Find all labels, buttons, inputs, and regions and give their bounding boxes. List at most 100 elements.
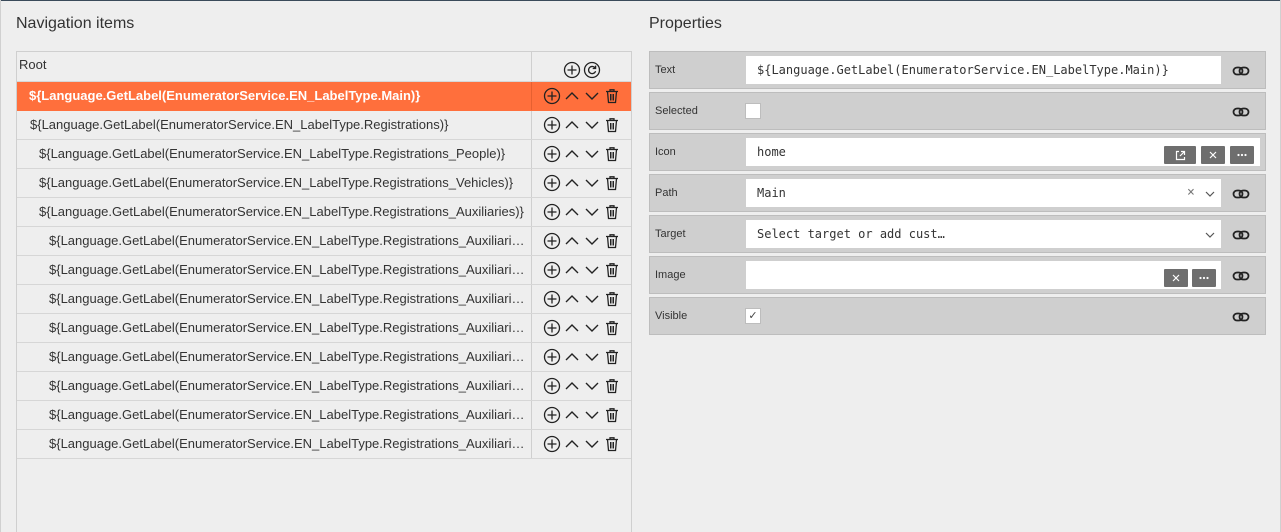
open-external-button[interactable] xyxy=(1164,146,1196,164)
image-more-options-button[interactable] xyxy=(1192,269,1216,287)
move-down-icon[interactable] xyxy=(583,290,601,308)
tree-item-row[interactable]: ${Language.GetLabel(EnumeratorService.EN… xyxy=(17,111,631,140)
add-circle-icon[interactable] xyxy=(543,87,561,105)
trash-icon[interactable] xyxy=(603,87,621,105)
trash-icon[interactable] xyxy=(603,232,621,250)
move-up-icon[interactable] xyxy=(563,290,581,308)
move-up-icon[interactable] xyxy=(563,116,581,134)
tree-item-row[interactable]: ${Language.GetLabel(EnumeratorService.EN… xyxy=(17,430,631,459)
add-circle-icon[interactable] xyxy=(543,174,561,192)
target-select[interactable]: Select target or add cust… xyxy=(745,219,1222,249)
tree-item-actions xyxy=(533,140,631,168)
tree-item-row[interactable]: ${Language.GetLabel(EnumeratorService.EN… xyxy=(17,140,631,169)
trash-icon[interactable] xyxy=(603,174,621,192)
trash-icon[interactable] xyxy=(603,145,621,163)
more-options-button[interactable] xyxy=(1230,146,1254,164)
move-up-icon[interactable] xyxy=(563,174,581,192)
prop-row-visible: Visible ✓ xyxy=(649,297,1266,335)
text-field[interactable]: ${Language.GetLabel(EnumeratorService.EN… xyxy=(745,55,1222,85)
tree-item-label: ${Language.GetLabel(EnumeratorService.EN… xyxy=(17,430,532,458)
move-up-icon[interactable] xyxy=(563,261,581,279)
move-up-icon[interactable] xyxy=(563,406,581,424)
add-circle-icon[interactable] xyxy=(543,348,561,366)
add-circle-icon[interactable] xyxy=(543,116,561,134)
tree-item-row[interactable]: ${Language.GetLabel(EnumeratorService.EN… xyxy=(17,401,631,430)
navigation-tree: Root ${Language.GetLabel(EnumeratorServi… xyxy=(16,51,632,532)
refresh-icon[interactable] xyxy=(583,61,601,79)
clear-icon-button[interactable] xyxy=(1201,146,1225,164)
move-down-icon[interactable] xyxy=(583,87,601,105)
clear-image-button[interactable] xyxy=(1164,269,1188,287)
trash-icon[interactable] xyxy=(603,319,621,337)
tree-item-row[interactable]: ${Language.GetLabel(EnumeratorService.EN… xyxy=(17,227,631,256)
clear-path-icon[interactable]: × xyxy=(1187,179,1195,207)
add-circle-icon[interactable] xyxy=(543,145,561,163)
add-circle-icon[interactable] xyxy=(543,203,561,221)
move-down-icon[interactable] xyxy=(583,406,601,424)
trash-icon[interactable] xyxy=(603,116,621,134)
selected-checkbox[interactable] xyxy=(745,103,761,119)
link-icon[interactable] xyxy=(1232,185,1250,203)
tree-item-row[interactable]: ${Language.GetLabel(EnumeratorService.EN… xyxy=(17,82,631,111)
move-up-icon[interactable] xyxy=(563,319,581,337)
link-icon[interactable] xyxy=(1232,267,1250,285)
tree-item-label: ${Language.GetLabel(EnumeratorService.EN… xyxy=(17,372,532,400)
move-down-icon[interactable] xyxy=(583,319,601,337)
add-circle-icon[interactable] xyxy=(543,261,561,279)
tree-root-row[interactable]: Root xyxy=(17,52,631,82)
move-up-icon[interactable] xyxy=(563,87,581,105)
move-down-icon[interactable] xyxy=(583,435,601,453)
chevron-down-icon[interactable] xyxy=(1204,188,1216,200)
prop-row-icon: Icon home xyxy=(649,133,1266,171)
trash-icon[interactable] xyxy=(603,377,621,395)
add-circle-icon[interactable] xyxy=(543,319,561,337)
visible-checkbox[interactable]: ✓ xyxy=(745,308,761,324)
move-up-icon[interactable] xyxy=(563,232,581,250)
tree-item-label: ${Language.GetLabel(EnumeratorService.EN… xyxy=(17,82,532,110)
trash-icon[interactable] xyxy=(603,435,621,453)
trash-icon[interactable] xyxy=(603,290,621,308)
navigation-items-title: Navigation items xyxy=(16,15,135,32)
move-down-icon[interactable] xyxy=(583,348,601,366)
icon-field[interactable]: home xyxy=(745,137,1261,167)
tree-item-row[interactable]: ${Language.GetLabel(EnumeratorService.EN… xyxy=(17,285,631,314)
move-down-icon[interactable] xyxy=(583,174,601,192)
move-down-icon[interactable] xyxy=(583,232,601,250)
move-up-icon[interactable] xyxy=(563,203,581,221)
tree-item-row[interactable]: ${Language.GetLabel(EnumeratorService.EN… xyxy=(17,343,631,372)
move-up-icon[interactable] xyxy=(563,377,581,395)
move-up-icon[interactable] xyxy=(563,348,581,366)
link-icon[interactable] xyxy=(1232,226,1250,244)
link-icon[interactable] xyxy=(1232,62,1250,80)
add-circle-icon[interactable] xyxy=(543,232,561,250)
tree-item-row[interactable]: ${Language.GetLabel(EnumeratorService.EN… xyxy=(17,372,631,401)
move-down-icon[interactable] xyxy=(583,377,601,395)
add-circle-icon[interactable] xyxy=(543,290,561,308)
trash-icon[interactable] xyxy=(603,406,621,424)
path-select-value: Main xyxy=(757,186,786,200)
link-icon[interactable] xyxy=(1232,103,1250,121)
move-up-icon[interactable] xyxy=(563,145,581,163)
chevron-down-icon[interactable] xyxy=(1204,229,1216,241)
path-select[interactable]: Main × xyxy=(745,178,1222,208)
tree-item-row[interactable]: ${Language.GetLabel(EnumeratorService.EN… xyxy=(17,256,631,285)
link-icon[interactable] xyxy=(1232,308,1250,326)
tree-item-label: ${Language.GetLabel(EnumeratorService.EN… xyxy=(17,285,532,313)
image-field[interactable] xyxy=(745,260,1222,290)
add-circle-icon[interactable] xyxy=(563,61,581,79)
add-circle-icon[interactable] xyxy=(543,435,561,453)
trash-icon[interactable] xyxy=(603,348,621,366)
add-circle-icon[interactable] xyxy=(543,406,561,424)
tree-item-row[interactable]: ${Language.GetLabel(EnumeratorService.EN… xyxy=(17,314,631,343)
move-down-icon[interactable] xyxy=(583,261,601,279)
move-up-icon[interactable] xyxy=(563,435,581,453)
trash-icon[interactable] xyxy=(603,261,621,279)
trash-icon[interactable] xyxy=(603,203,621,221)
add-circle-icon[interactable] xyxy=(543,377,561,395)
move-down-icon[interactable] xyxy=(583,116,601,134)
tree-item-row[interactable]: ${Language.GetLabel(EnumeratorService.EN… xyxy=(17,169,631,198)
move-down-icon[interactable] xyxy=(583,145,601,163)
window-top-border xyxy=(0,0,1281,1)
tree-item-row[interactable]: ${Language.GetLabel(EnumeratorService.EN… xyxy=(17,198,631,227)
move-down-icon[interactable] xyxy=(583,203,601,221)
